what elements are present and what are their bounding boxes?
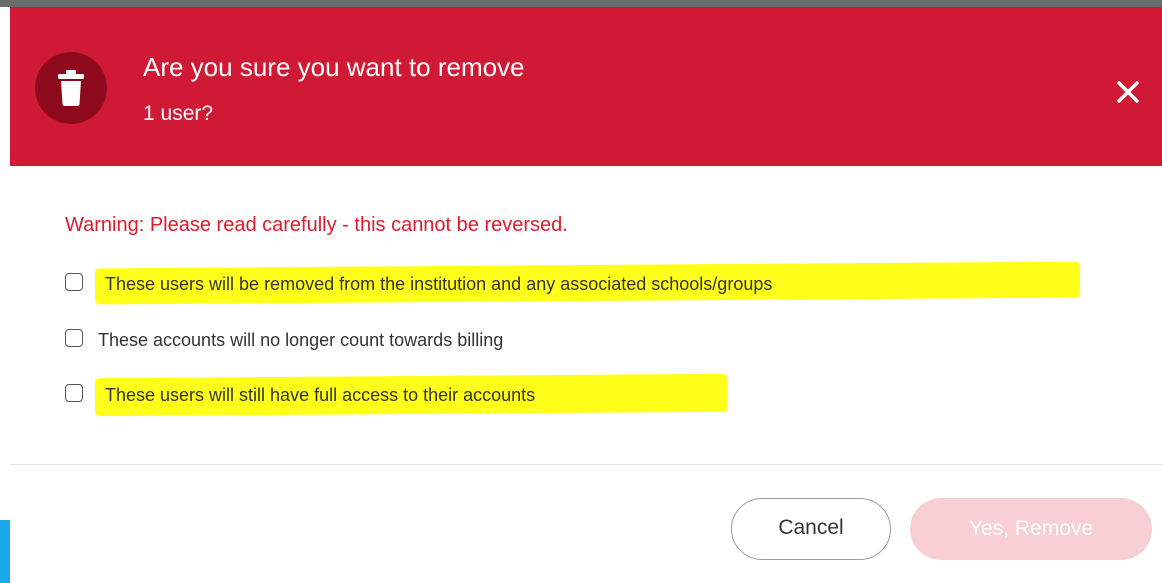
trash-icon (35, 52, 107, 124)
window-top-border (0, 0, 1162, 7)
checkbox-billing[interactable] (65, 329, 83, 347)
checkbox-access[interactable] (65, 384, 83, 402)
close-icon[interactable] (1108, 72, 1148, 112)
checklist-label: These users will be removed from the ins… (105, 274, 773, 294)
cancel-button[interactable]: Cancel (731, 498, 891, 560)
checklist-label: These users will still have full access … (105, 385, 536, 405)
checklist-label: These accounts will no longer count towa… (98, 330, 504, 350)
dialog-subtitle: 1 user? (143, 102, 214, 125)
dialog-header: Are you sure you want to remove 1 user? (10, 7, 1162, 166)
warning-message: Warning: Please read carefully - this ca… (65, 214, 568, 236)
dialog-title: Are you sure you want to remove (143, 52, 525, 82)
background-element (0, 520, 10, 583)
remove-users-dialog: Are you sure you want to remove 1 user? … (10, 7, 1162, 583)
footer-divider (10, 464, 1162, 465)
background-strip (0, 7, 10, 583)
checkbox-removed[interactable] (65, 273, 83, 291)
yes-remove-button[interactable]: Yes, Remove (910, 498, 1152, 560)
